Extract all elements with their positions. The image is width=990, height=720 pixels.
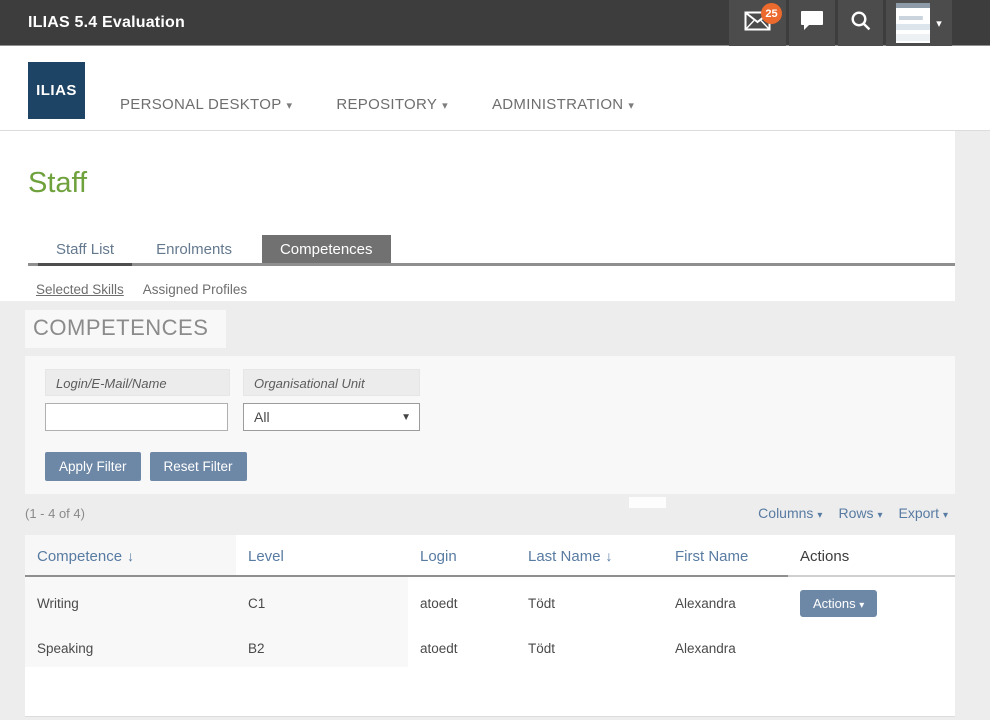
tab-bar: Staff List Enrolments Competences: [28, 235, 955, 266]
sort-desc-icon: ↓: [606, 548, 613, 564]
search-icon: [850, 10, 872, 37]
rows-dropdown[interactable]: Rows▾: [838, 505, 882, 521]
sort-competence-header[interactable]: Competence↓: [37, 548, 134, 565]
filter-orgunit-label: Organisational Unit: [243, 369, 420, 396]
mail-count-badge: 25: [761, 3, 782, 24]
chevron-down-icon: ▼: [401, 412, 411, 423]
competence-cell: Speaking: [25, 628, 236, 667]
orgunit-selected-value: All: [254, 409, 270, 425]
filter-name-input[interactable]: [45, 403, 228, 431]
page-title: Staff: [28, 131, 955, 200]
last-name-cell: Tödt: [516, 628, 663, 667]
login-cell: atoedt: [408, 628, 516, 667]
user-avatar: [896, 3, 930, 43]
columns-dropdown[interactable]: Columns▾: [758, 505, 822, 521]
top-bar: ILIAS 5.4 Evaluation 25: [0, 0, 990, 46]
tab-enrolments[interactable]: Enrolments: [142, 235, 246, 263]
subtab-selected-skills[interactable]: Selected Skills: [36, 282, 124, 297]
actions-header: Actions: [800, 548, 849, 565]
toolbar-highlight: [629, 497, 666, 508]
orgunit-select[interactable]: All ▼: [243, 403, 420, 431]
sort-level-header[interactable]: Level: [248, 548, 284, 565]
subtab-bar: Selected Skills Assigned Profiles: [28, 282, 955, 297]
table-row: Speaking B2 atoedt Tödt Alexandra: [25, 628, 955, 667]
chevron-down-icon: ▾: [943, 510, 948, 521]
mail-button[interactable]: 25: [729, 0, 786, 46]
row-actions-button[interactable]: Actions ▾: [800, 590, 877, 617]
table-header-row: Competence↓ Level Login Last Name↓ First…: [25, 535, 955, 576]
section-heading: COMPETENCES: [25, 310, 226, 348]
export-dropdown[interactable]: Export▾: [899, 505, 949, 521]
last-name-cell: Tödt: [516, 576, 663, 628]
search-button[interactable]: [838, 0, 883, 46]
filter-panel: Login/E-Mail/Name Organisational Unit Al…: [25, 356, 955, 494]
content-container: Login/E-Mail/Name Organisational Unit Al…: [25, 356, 955, 717]
competence-cell: Writing: [25, 576, 236, 628]
competences-table-block: Competence↓ Level Login Last Name↓ First…: [25, 535, 955, 717]
main-nav: PERSONAL DESKTOP▾ REPOSITORY▾ ADMINISTRA…: [120, 96, 678, 113]
nav-repository[interactable]: REPOSITORY▾: [336, 96, 448, 113]
subtab-assigned-profiles[interactable]: Assigned Profiles: [143, 282, 247, 297]
reset-filter-button[interactable]: Reset Filter: [150, 452, 247, 481]
level-cell: B2: [236, 628, 408, 667]
competences-table: Competence↓ Level Login Last Name↓ First…: [25, 535, 955, 667]
app-title: ILIAS 5.4 Evaluation: [28, 14, 185, 32]
nav-administration[interactable]: ADMINISTRATION▾: [492, 96, 634, 113]
chevron-down-icon: ▾: [877, 510, 882, 521]
header-band: ILIAS PERSONAL DESKTOP▾ REPOSITORY▾ ADMI…: [0, 46, 990, 131]
level-cell: C1: [236, 576, 408, 628]
filter-name-label: Login/E-Mail/Name: [45, 369, 230, 396]
tab-competences[interactable]: Competences: [262, 235, 391, 263]
table-row: Writing C1 atoedt Tödt Alexandra Actions…: [25, 576, 955, 628]
sort-login-header[interactable]: Login: [420, 548, 457, 565]
chevron-down-icon: ▾: [628, 100, 634, 112]
chevron-down-icon: ▾: [859, 600, 864, 611]
result-range: (1 - 4 of 4): [25, 506, 85, 521]
chevron-down-icon: ▾: [936, 17, 942, 30]
chevron-down-icon: ▾: [442, 100, 448, 112]
user-menu-button[interactable]: ▾: [886, 0, 952, 46]
chat-button[interactable]: [789, 0, 835, 46]
chat-icon: [800, 10, 824, 36]
sort-last-name-header[interactable]: Last Name↓: [528, 548, 613, 565]
table-toolbar: (1 - 4 of 4) Columns▾ Rows▾ Export▾: [25, 494, 955, 535]
sort-first-name-header[interactable]: First Name: [675, 548, 748, 565]
chevron-down-icon: ▾: [817, 510, 822, 521]
tab-staff-list[interactable]: Staff List: [42, 235, 128, 263]
chevron-down-icon: ▾: [287, 100, 293, 112]
page-header-section: Staff Staff List Enrolments Competences …: [0, 131, 955, 301]
nav-personal-desktop[interactable]: PERSONAL DESKTOP▾: [120, 96, 292, 113]
login-cell: atoedt: [408, 576, 516, 628]
first-name-cell: Alexandra: [663, 628, 788, 667]
apply-filter-button[interactable]: Apply Filter: [45, 452, 141, 481]
top-actions: 25 ▾: [726, 0, 952, 46]
first-name-cell: Alexandra: [663, 576, 788, 628]
sort-desc-icon: ↓: [127, 548, 134, 564]
ilias-logo[interactable]: ILIAS: [28, 62, 85, 119]
